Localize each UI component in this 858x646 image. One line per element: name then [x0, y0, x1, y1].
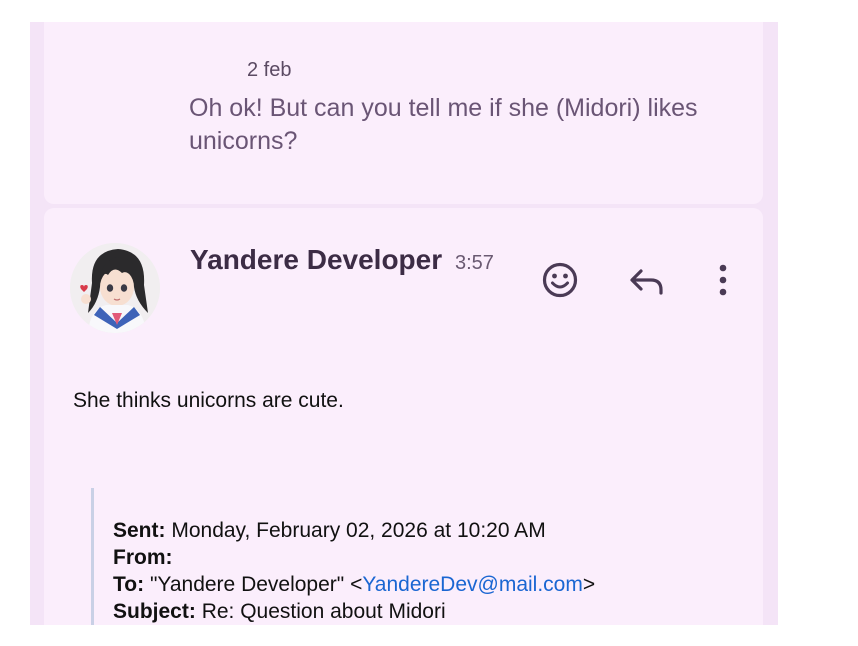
quoted-to-name: "Yandere Developer" < [149, 573, 363, 596]
quoted-to-row: To: "Yandere Developer" <YandereDev@mail… [113, 571, 773, 598]
message-card: Yandere Developer 3:57 She thinks unicor… [44, 208, 763, 625]
avatar-image [70, 243, 160, 333]
quoted-sent-value: Monday, February 02, 2026 at 10:20 AM [171, 519, 546, 542]
more-options-button[interactable] [701, 258, 745, 302]
quoted-sent-label: Sent: [113, 519, 166, 542]
smiley-face-icon [542, 262, 578, 298]
quoted-sent-row: Sent: Monday, February 02, 2026 at 10:20… [113, 517, 773, 544]
reply-arrow-icon [630, 269, 663, 295]
previous-message-text: Oh ok! But can you tell me if she (Midor… [189, 94, 698, 155]
email-thread: 2 feb Oh ok! But can you tell me if she … [30, 22, 778, 625]
sender-name[interactable]: Yandere Developer [190, 244, 442, 276]
quoted-subject-row: Subject: Re: Question about Midori [113, 598, 773, 625]
sender-avatar[interactable] [70, 243, 160, 333]
previous-message-date: 2 feb [247, 59, 292, 81]
quoted-to-close: > [582, 573, 596, 596]
quoted-subject-label: Subject: [113, 600, 196, 623]
previous-message-card[interactable]: 2 feb Oh ok! But can you tell me if she … [44, 22, 763, 204]
quoted-to-email-link[interactable]: YandereDev@mail.com [362, 573, 583, 596]
quoted-from-label: From: [113, 546, 173, 569]
quoted-to-label: To: [113, 573, 145, 596]
quoted-message: Sent: Monday, February 02, 2026 at 10:20… [91, 488, 773, 625]
more-vertical-icon [719, 264, 727, 296]
message-body: She thinks unicorns are cute. [73, 389, 344, 412]
reply-button[interactable] [625, 258, 669, 302]
quoted-from-row: From: [113, 544, 773, 571]
message-time: 3:57 [455, 252, 494, 274]
add-reaction-button[interactable] [538, 258, 582, 302]
quoted-subject-value: Re: Question about Midori [201, 600, 446, 623]
